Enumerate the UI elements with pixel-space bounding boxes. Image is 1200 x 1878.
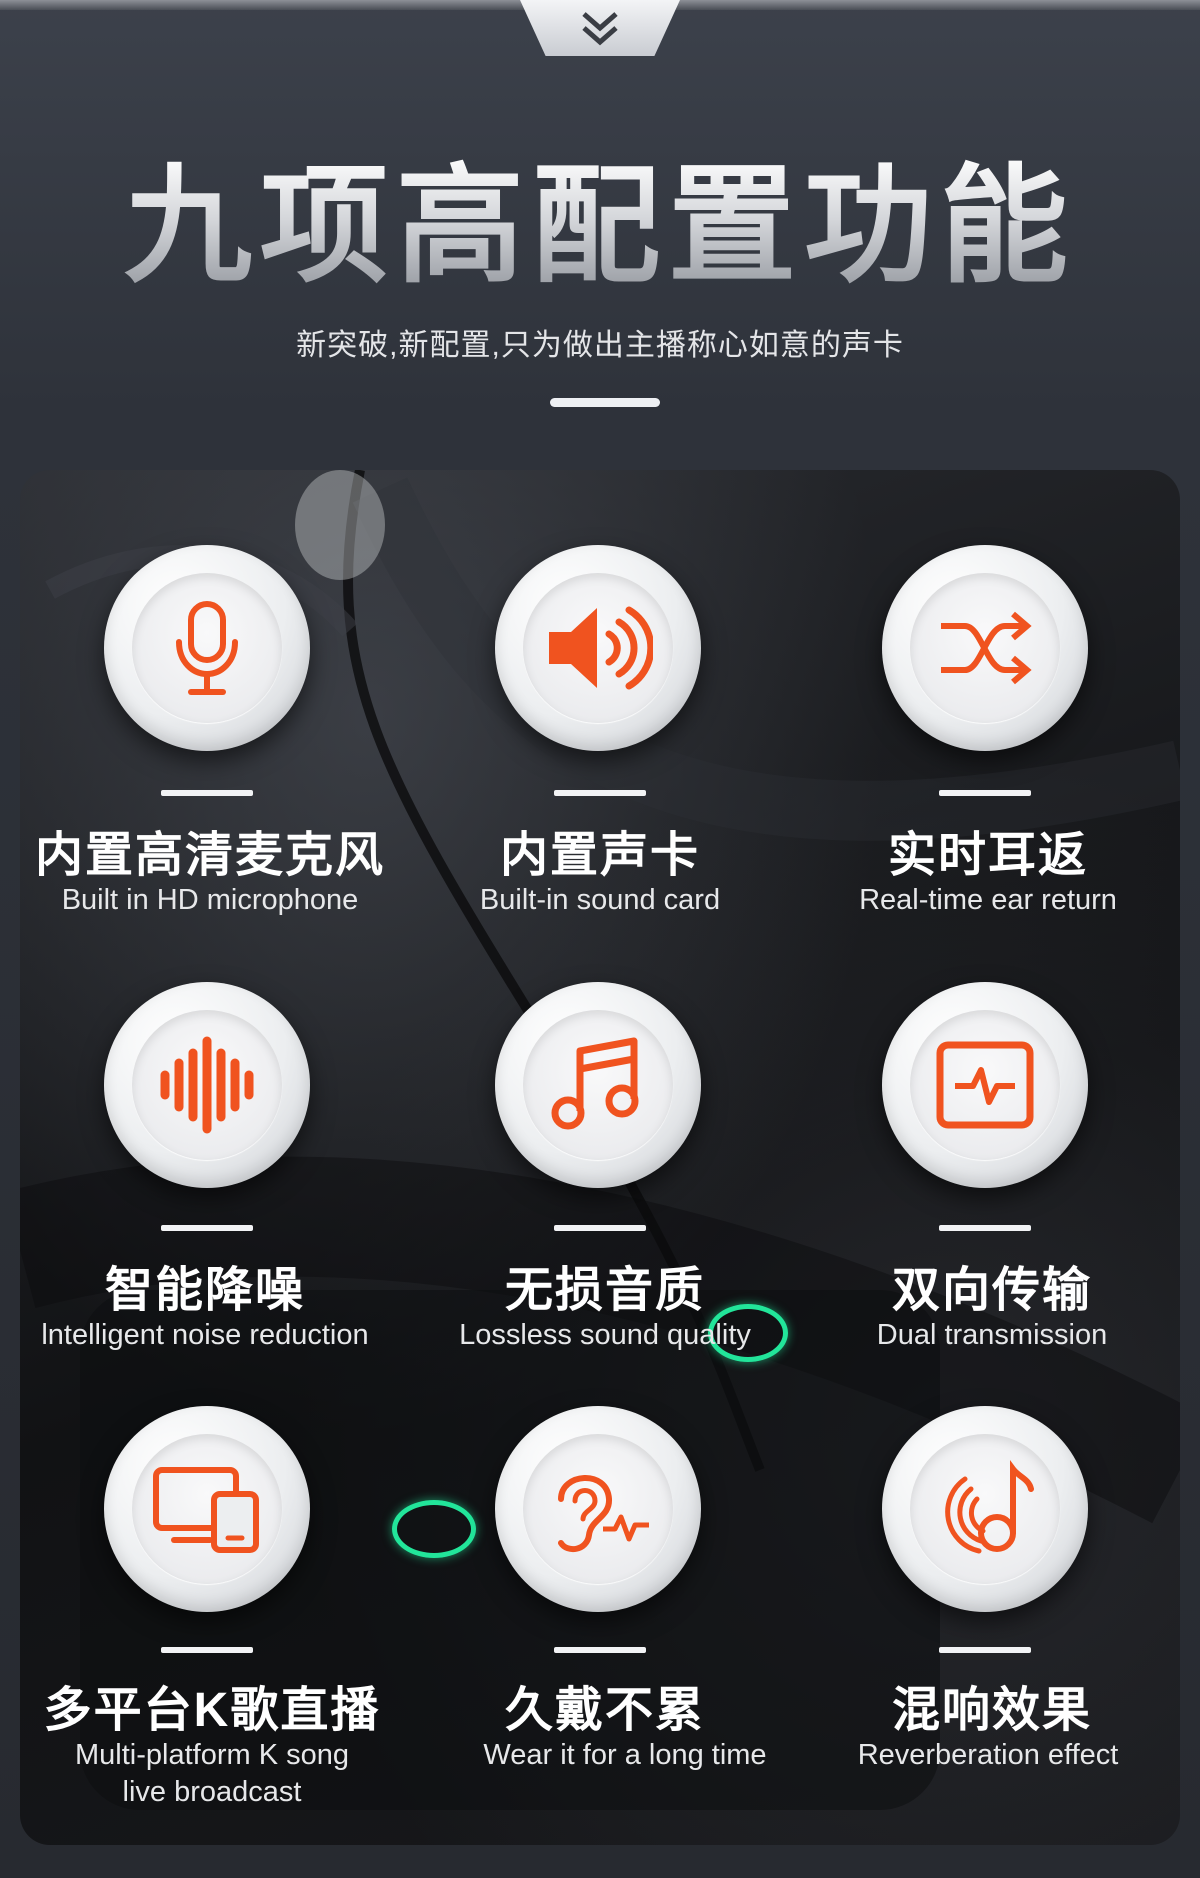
feature-title: 内置高清麦克风 bbox=[34, 829, 385, 882]
feature-divider bbox=[161, 790, 253, 796]
devices-icon bbox=[153, 1467, 259, 1553]
reverb-note-icon bbox=[945, 1460, 1034, 1554]
feature-subtitle: Multi-platform K song live broadcast bbox=[20, 1737, 422, 1811]
feature-divider bbox=[939, 1647, 1031, 1653]
ear-icon bbox=[558, 1475, 649, 1553]
scroll-tab[interactable] bbox=[520, 0, 680, 56]
music-note-icon bbox=[551, 1037, 639, 1130]
feature-title: 实时耳返 bbox=[887, 829, 1088, 882]
feature-icon-badge bbox=[495, 982, 701, 1188]
feature-divider bbox=[554, 1225, 646, 1231]
feature-subtitle: Real-time ear return bbox=[859, 884, 1117, 916]
page-title: 九项高配置功能 bbox=[0, 152, 1200, 302]
shuffle-icon bbox=[941, 611, 1032, 685]
feature-title: 内置声卡 bbox=[499, 829, 700, 882]
feature-divider bbox=[554, 1647, 646, 1653]
feature-subtitle: Reverberation effect bbox=[857, 1739, 1119, 1771]
double-chevron-down-icon bbox=[582, 12, 618, 46]
feature-icon-badge bbox=[104, 545, 310, 751]
feature-subtitle: Lossless sound quality bbox=[459, 1319, 751, 1351]
feature-divider bbox=[161, 1647, 253, 1653]
feature-subtitle-line: live broadcast bbox=[122, 1776, 302, 1808]
feature-title: 久戴不累 bbox=[504, 1684, 705, 1737]
feature-title: 无损音质 bbox=[504, 1264, 705, 1317]
feature-icon-badge bbox=[104, 1406, 310, 1612]
feature-subtitle: lntelligent noise reduction bbox=[41, 1319, 369, 1351]
indicator-light bbox=[392, 1500, 476, 1558]
feature-divider bbox=[939, 1225, 1031, 1231]
title-divider bbox=[550, 398, 660, 407]
feature-icon-badge bbox=[882, 982, 1088, 1188]
sound-wave-icon bbox=[160, 1036, 254, 1134]
feature-title: 混响效果 bbox=[891, 1684, 1092, 1737]
feature-title: 智能降噪 bbox=[104, 1264, 305, 1317]
pulse-monitor-icon bbox=[936, 1041, 1034, 1129]
speaker-icon bbox=[549, 606, 653, 690]
feature-divider bbox=[939, 790, 1031, 796]
feature-subtitle: Built-in sound card bbox=[479, 884, 721, 916]
feature-subtitle: Dual transmission bbox=[876, 1319, 1108, 1351]
feature-subtitle: Wear it for a long time bbox=[483, 1739, 767, 1771]
feature-icon-badge bbox=[495, 545, 701, 751]
microphone-icon bbox=[176, 601, 238, 695]
feature-subtitle-line: Multi-platform K song bbox=[75, 1739, 349, 1771]
feature-icon-badge bbox=[882, 545, 1088, 751]
feature-icon-badge bbox=[104, 982, 310, 1188]
page-subtitle: 新突破,新配置,只为做出主播称心如意的声卡 bbox=[296, 329, 904, 362]
feature-title: 多平台K歌直播 bbox=[43, 1684, 381, 1737]
feature-divider bbox=[161, 1225, 253, 1231]
feature-title: 双向传输 bbox=[891, 1264, 1092, 1317]
features-panel: 内置高清麦克风 Built in HD microphone 内置声卡 Buil… bbox=[20, 470, 1180, 1845]
feature-icon-badge bbox=[495, 1406, 701, 1612]
feature-divider bbox=[554, 790, 646, 796]
feature-icon-badge bbox=[882, 1406, 1088, 1612]
feature-subtitle: Built in HD microphone bbox=[61, 884, 359, 916]
